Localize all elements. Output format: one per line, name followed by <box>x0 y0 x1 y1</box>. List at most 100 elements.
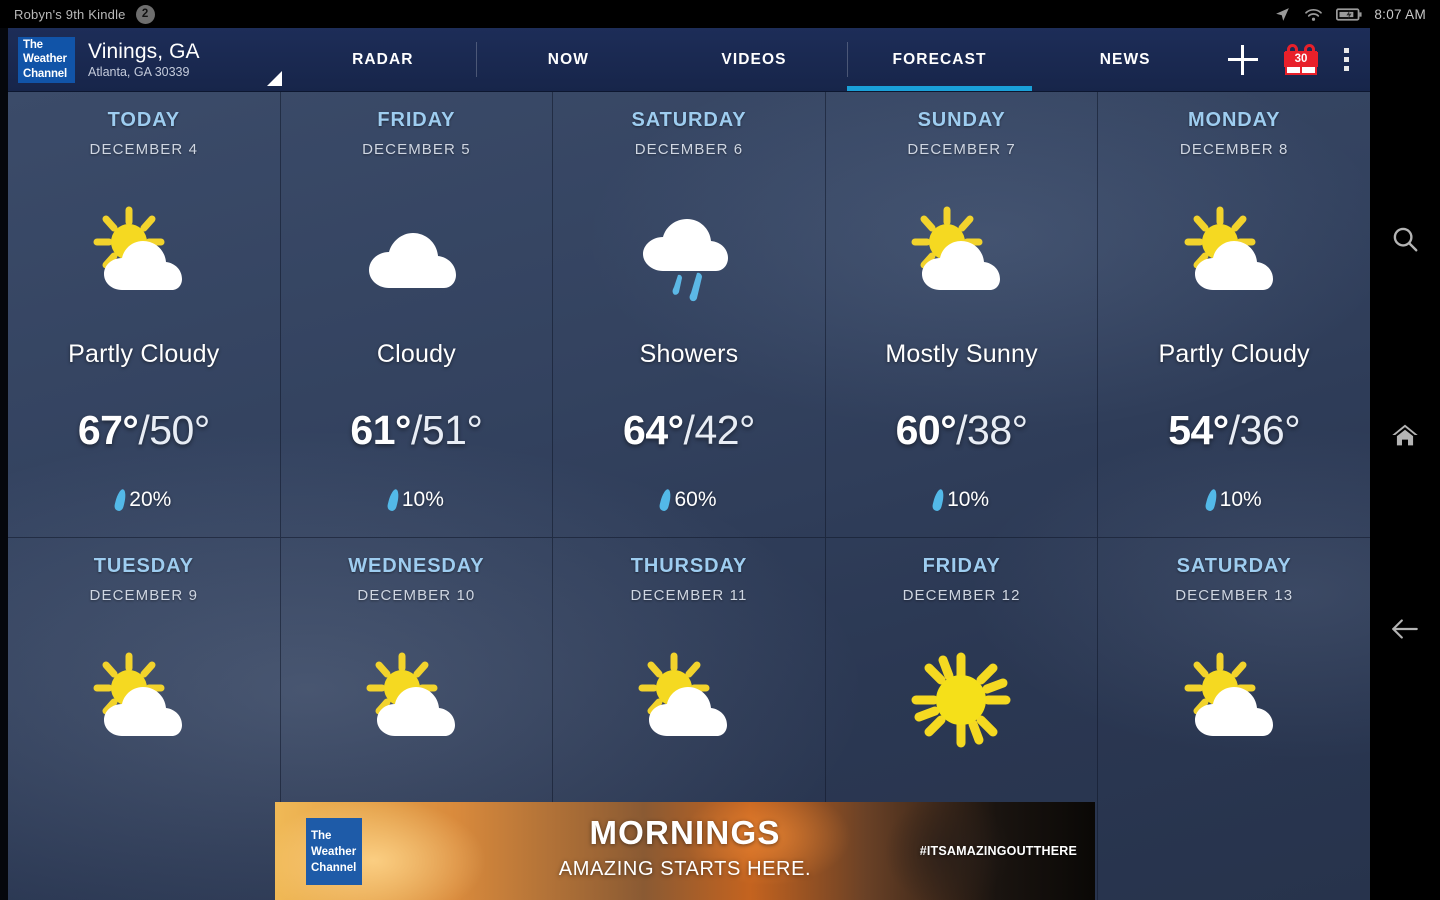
forecast-low: 36° <box>1239 407 1301 453</box>
notification-count-badge[interactable]: 2 <box>135 4 155 24</box>
gift-promo-icon[interactable]: 30 <box>1284 43 1318 76</box>
kebab-dot-1 <box>1344 48 1349 53</box>
forecast-precip: 10% <box>931 488 989 512</box>
forecast-temps: 61°/51° <box>350 407 482 454</box>
logo-line-1: The <box>23 38 43 51</box>
forecast-temps: 60°/38° <box>896 407 1028 454</box>
forecast-day-name: FRIDAY <box>922 555 1001 577</box>
app-header: The Weather Channel Vinings, GA Atlanta,… <box>8 28 1370 92</box>
forecast-card[interactable]: FRIDAY DECEMBER 5 Cloudy 61°/51° 10% <box>281 92 554 537</box>
forecast-date: DECEMBER 4 <box>89 141 199 158</box>
forecast-condition: Partly Cloudy <box>68 340 220 368</box>
forecast-card[interactable]: TUESDAY DECEMBER 9 <box>8 537 281 900</box>
partly-cloudy-icon <box>359 640 474 760</box>
forecast-condition: Partly Cloudy <box>1158 340 1310 368</box>
location-selector[interactable]: The Weather Channel Vinings, GA Atlanta,… <box>8 28 290 91</box>
forecast-temp-sep: / <box>138 407 150 453</box>
location-subtitle: Atlanta, GA 30339 <box>88 64 190 79</box>
forecast-day-name: MONDAY <box>1187 109 1281 131</box>
precip-value: 60% <box>674 488 717 511</box>
forecast-temp-sep: / <box>410 407 422 453</box>
home-icon[interactable] <box>1390 421 1420 454</box>
forecast-date: DECEMBER 9 <box>89 587 199 604</box>
location-dropdown-caret-icon[interactable] <box>267 71 282 86</box>
tab-forecast[interactable]: FORECAST <box>846 28 1033 91</box>
back-arrow-icon[interactable] <box>1389 616 1421 647</box>
precip-value: 10% <box>1219 488 1262 511</box>
location-city: Vinings, GA <box>88 39 200 63</box>
forecast-temps: 64°/42° <box>623 407 755 454</box>
forecast-temp-sep: / <box>683 407 695 453</box>
ad-banner[interactable]: The Weather Channel MORNINGS AMAZING STA… <box>275 802 1095 900</box>
forecast-temps: 54°/36° <box>1168 407 1300 454</box>
raindrop-icon <box>113 488 128 512</box>
forecast-day-name: TODAY <box>107 109 180 131</box>
forecast-date: DECEMBER 10 <box>357 587 476 604</box>
forecast-high: 67° <box>77 407 139 453</box>
tab-videos[interactable]: VIDEOS <box>661 28 847 91</box>
device-name: Robyn's 9th Kindle <box>14 6 126 22</box>
forecast-grid: TODAY DECEMBER 4 Partly Cloudy 67°/50° 2… <box>8 92 1370 900</box>
forecast-day-name: SUNDAY <box>917 109 1006 131</box>
tab-radar[interactable]: RADAR <box>290 28 476 91</box>
raindrop-icon <box>1204 488 1219 512</box>
sunny-icon <box>904 640 1019 760</box>
ad-subtitle: AMAZING STARTS HERE. <box>558 858 812 880</box>
forecast-card[interactable]: SATURDAY DECEMBER 13 <box>1098 537 1370 900</box>
forecast-date: DECEMBER 5 <box>362 141 471 158</box>
battery-charging-icon <box>1336 7 1362 22</box>
forecast-condition: Mostly Sunny <box>885 340 1038 368</box>
forecast-low: 51° <box>421 407 483 453</box>
wifi-icon <box>1303 6 1324 23</box>
forecast-day-name: SATURDAY <box>1176 555 1292 577</box>
forecast-day-name: FRIDAY <box>377 109 456 131</box>
weather-app-window: The Weather Channel Vinings, GA Atlanta,… <box>8 28 1370 900</box>
forecast-date: DECEMBER 13 <box>1175 587 1294 604</box>
forecast-condition: Cloudy <box>376 340 456 368</box>
tab-news[interactable]: NEWS <box>1032 28 1218 91</box>
location-arrow-icon <box>1274 6 1291 23</box>
status-bar-clock: 8:07 AM <box>1374 6 1426 22</box>
forecast-high: 61° <box>350 407 411 453</box>
forecast-card[interactable]: MONDAY DECEMBER 8 Partly Cloudy 54°/36° … <box>1098 92 1370 537</box>
ad-hashtag: #ITSAMAZINGOUTTHERE <box>919 844 1077 858</box>
partly-cloudy-icon <box>86 640 201 760</box>
tab-now[interactable]: NOW <box>475 28 662 91</box>
forecast-card[interactable]: SUNDAY DECEMBER 7 Mostly Sunny 60°/38° 1… <box>826 92 1099 537</box>
forecast-precip: 20% <box>113 488 171 512</box>
forecast-date: DECEMBER 11 <box>630 587 748 604</box>
forecast-date: DECEMBER 6 <box>634 141 744 158</box>
overflow-menu-icon[interactable] <box>1344 44 1350 75</box>
partly-cloudy-icon <box>86 194 201 314</box>
forecast-date: DECEMBER 12 <box>902 587 1021 604</box>
forecast-condition: Showers <box>639 340 739 368</box>
forecast-day-name: TUESDAY <box>93 555 194 577</box>
raindrop-icon <box>386 488 401 512</box>
forecast-low: 50° <box>149 407 210 453</box>
forecast-low: 38° <box>967 407 1028 453</box>
kebab-dot-2 <box>1344 57 1349 62</box>
location-text: Vinings, GA Atlanta, GA 30339 <box>88 40 200 80</box>
raindrop-icon <box>658 488 673 512</box>
kebab-dot-3 <box>1344 66 1349 71</box>
partly-cloudy-icon <box>1177 640 1292 760</box>
forecast-card[interactable]: TODAY DECEMBER 4 Partly Cloudy 67°/50° 2… <box>8 92 281 537</box>
header-actions: 30 <box>1218 28 1370 91</box>
forecast-day-name: THURSDAY <box>630 555 748 577</box>
add-location-button[interactable] <box>1228 44 1258 75</box>
showers-icon <box>631 194 746 314</box>
forecast-low: 42° <box>694 407 755 453</box>
weather-channel-logo: The Weather Channel <box>18 36 75 83</box>
search-icon[interactable] <box>1390 224 1420 259</box>
forecast-row-1: TODAY DECEMBER 4 Partly Cloudy 67°/50° 2… <box>8 92 1370 537</box>
forecast-day-name: SATURDAY <box>631 109 747 131</box>
forecast-high: 54° <box>1168 407 1229 453</box>
forecast-card[interactable]: SATURDAY DECEMBER 6 Showers 64°/42° 60% <box>553 92 826 537</box>
gift-badge-count: 30 <box>1284 51 1318 67</box>
forecast-date: DECEMBER 8 <box>1179 141 1289 158</box>
cloudy-icon <box>359 194 474 314</box>
forecast-high: 60° <box>895 407 957 453</box>
forecast-precip: 10% <box>1204 488 1262 512</box>
forecast-precip: 60% <box>658 488 717 512</box>
partly-cloudy-icon <box>1177 194 1292 314</box>
